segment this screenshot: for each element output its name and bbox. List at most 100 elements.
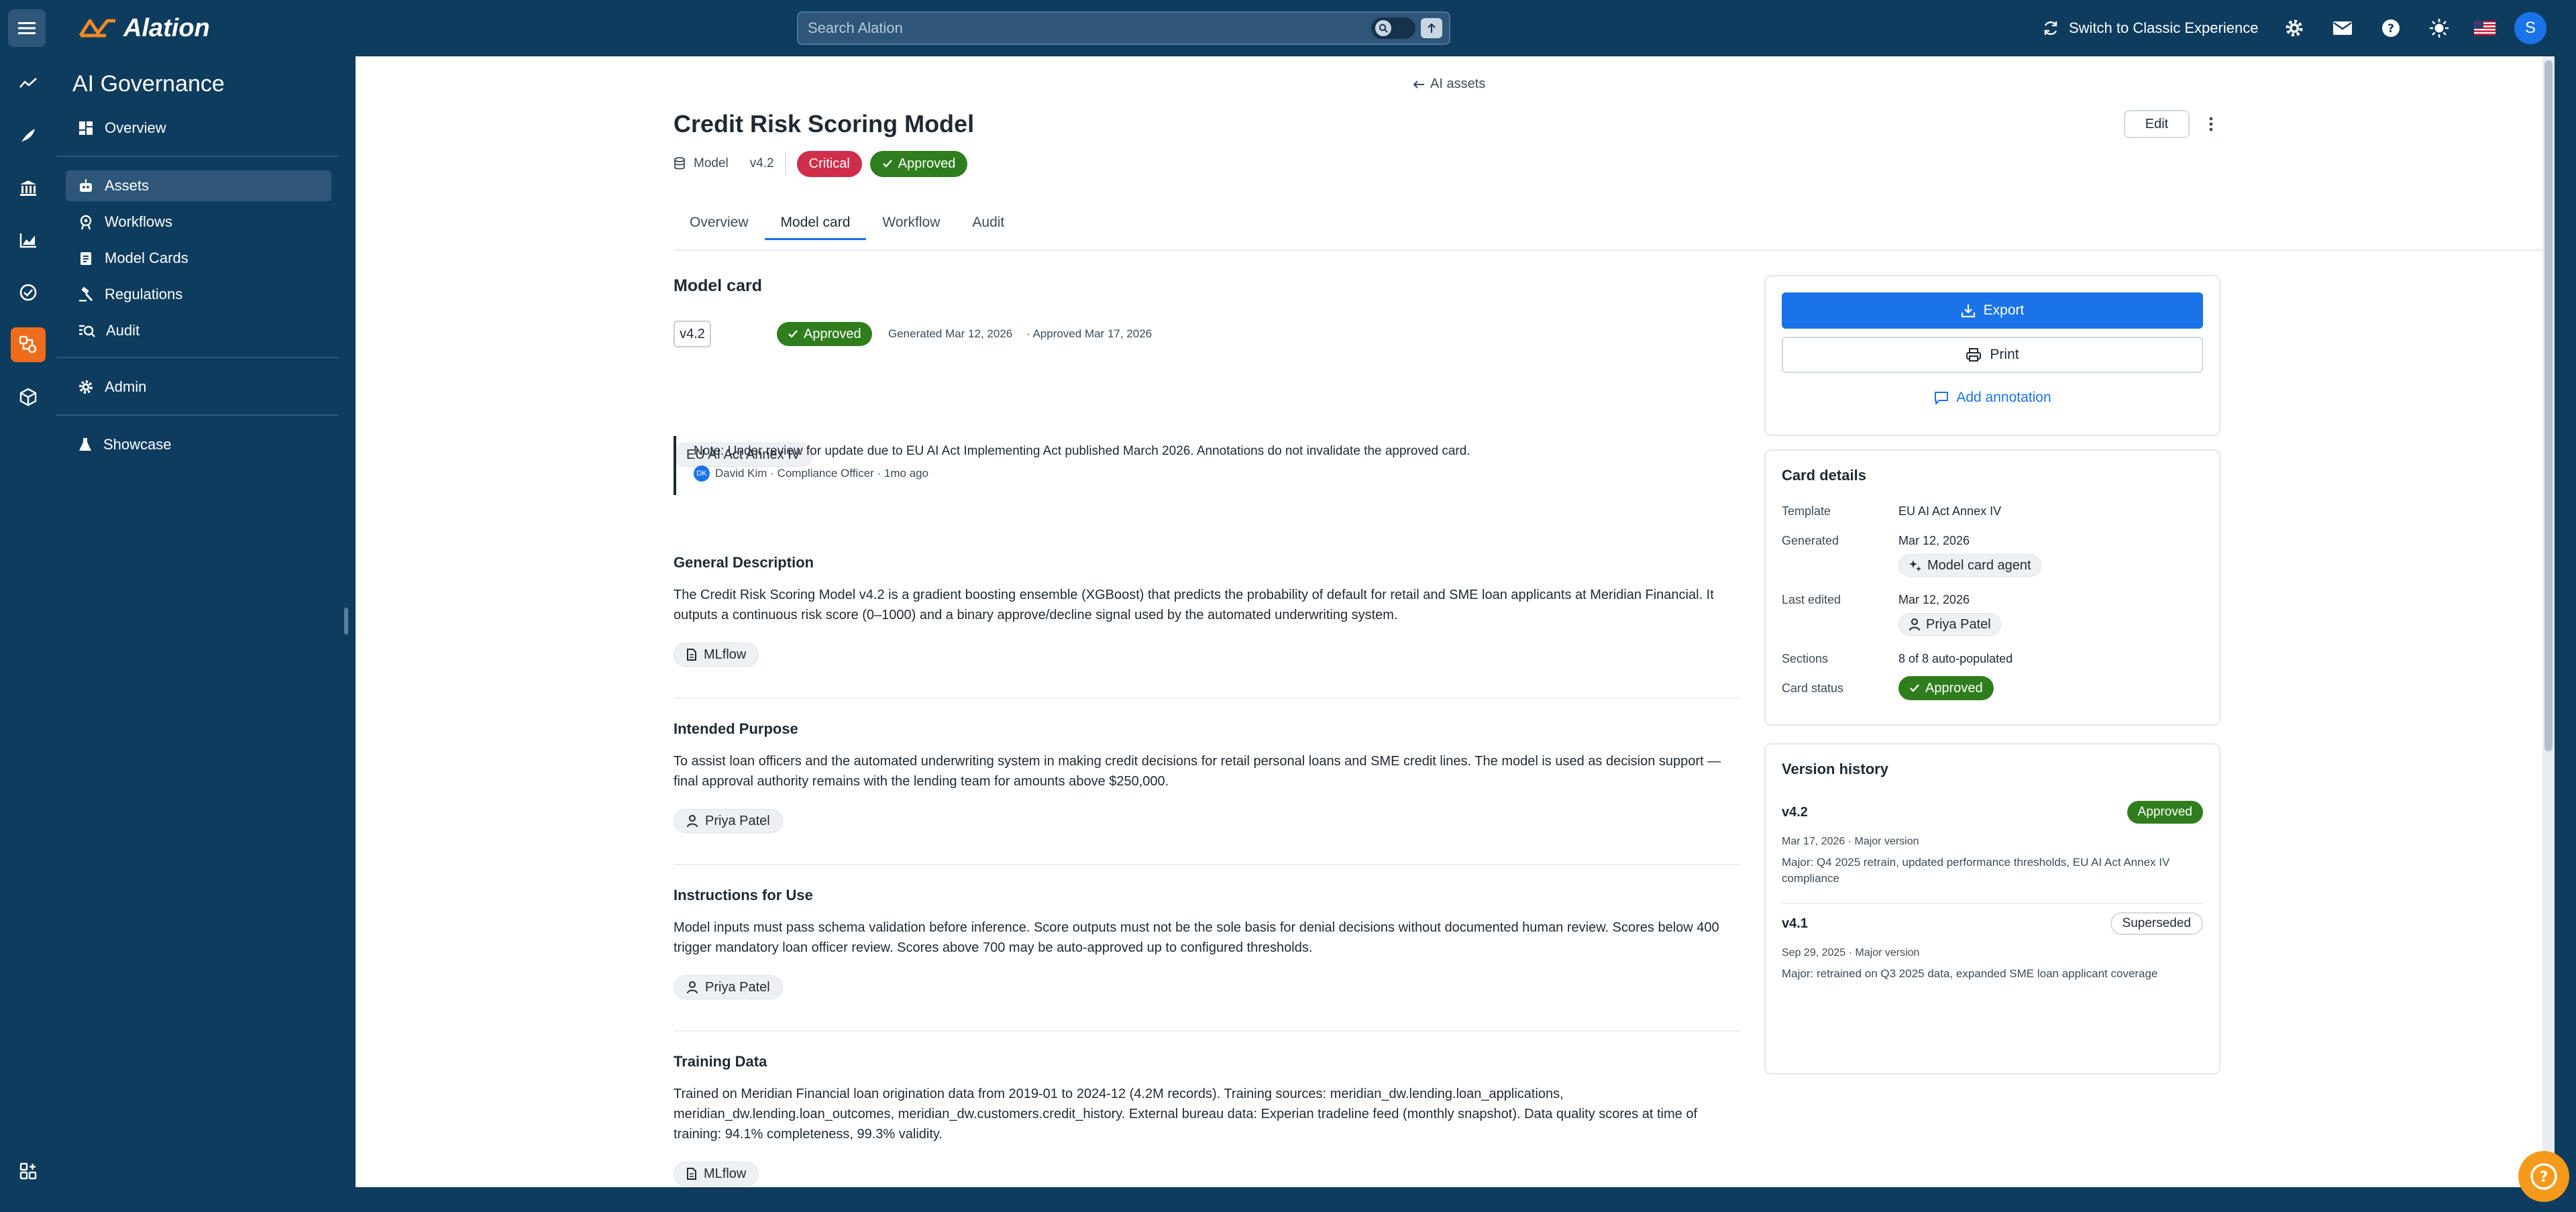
sidebar-item-workflows[interactable]: Workflows <box>66 207 331 237</box>
tab-overview[interactable]: Overview <box>674 209 765 240</box>
generated-value: Mar 12, 2026 <box>1898 534 1970 547</box>
language-button[interactable] <box>2471 15 2498 42</box>
document-icon <box>687 1168 696 1180</box>
version-number[interactable]: v4.2 <box>1782 805 1808 820</box>
print-button[interactable]: Print <box>1782 337 2203 373</box>
version-description: Major: Q4 2025 retrain, updated performa… <box>1782 856 2170 885</box>
download-icon <box>1961 305 1975 318</box>
ai-governance-icon <box>19 335 37 353</box>
status-label: Approved <box>898 156 956 171</box>
sidebar-item-assets[interactable]: Assets <box>66 170 331 201</box>
building-icon <box>20 180 36 196</box>
sidebar-item-regulations[interactable]: Regulations <box>66 279 331 310</box>
section-source-chip[interactable]: MLflow <box>674 643 759 667</box>
section-divider <box>674 1030 1740 1032</box>
rail-reports[interactable] <box>11 223 46 258</box>
tab-model-card[interactable]: Model card <box>764 209 867 240</box>
sidebar-item-showcase[interactable]: Showcase <box>66 429 331 460</box>
alation-logo[interactable]: Alation <box>79 12 210 44</box>
sidebar-item-label: Model Cards <box>105 250 189 266</box>
section-source-label: Priya Patel <box>705 813 770 828</box>
tab-audit[interactable]: Audit <box>956 209 1020 240</box>
last-edited-value: Mar 12, 2026 <box>1898 593 1970 606</box>
menu-toggle-button[interactable] <box>8 9 46 47</box>
gavel-icon <box>79 286 93 302</box>
us-flag-icon <box>2474 21 2496 36</box>
mail-icon <box>2333 21 2352 35</box>
page-scrollbar[interactable] <box>2542 56 2555 1187</box>
search-mode-toggle[interactable] <box>1371 17 1415 39</box>
sidebar-item-label: Admin <box>105 378 147 395</box>
apps-grid-icon <box>19 1162 37 1180</box>
actions-card: Export Print Add annotation <box>1764 275 2220 436</box>
more-actions-button[interactable] <box>2204 114 2218 134</box>
sparkle-icon <box>1909 560 1921 571</box>
arrow-left-icon <box>1413 80 1424 89</box>
person-icon <box>687 981 698 994</box>
tab-workflow[interactable]: Workflow <box>866 209 956 240</box>
user-avatar[interactable]: S <box>2514 12 2546 44</box>
version-selector[interactable]: v4.2 <box>674 321 711 347</box>
section-source-chip[interactable]: Priya Patel <box>674 809 783 833</box>
clipboard-icon <box>80 252 91 265</box>
inbox-button[interactable] <box>2329 15 2356 42</box>
comment-icon <box>1935 392 1949 404</box>
help-fab-button[interactable]: ? <box>2518 1151 2569 1202</box>
top-bar: Alation Search Alation Switch to Classic… <box>0 0 2576 56</box>
tab-divider <box>674 250 2542 251</box>
export-button[interactable]: Export <box>1782 292 2203 329</box>
sun-icon <box>2430 19 2449 38</box>
arrow-up-icon <box>1428 23 1436 33</box>
card-status-label: Card status <box>1782 681 1844 695</box>
settings-button[interactable] <box>2281 15 2308 42</box>
back-link[interactable]: AI assets <box>1413 76 1485 92</box>
version-history-panel: Version history v4.2 Approved Mar 17, 20… <box>1764 743 2220 1075</box>
sidebar-item-audit[interactable]: Audit <box>66 315 331 346</box>
search-input[interactable]: Search Alation <box>797 11 1450 45</box>
sidebar-resize-handle[interactable] <box>344 608 348 635</box>
switch-classic-link[interactable]: Switch to Classic Experience <box>2042 15 2258 42</box>
dashboard-icon <box>79 121 93 135</box>
switch-classic-label: Switch to Classic Experience <box>2069 19 2259 36</box>
search-submit-button[interactable] <box>1421 18 1442 38</box>
section-source-chip[interactable]: Priya Patel <box>674 975 783 999</box>
theme-toggle-button[interactable] <box>2426 15 2453 42</box>
model-card-heading: Model card <box>674 276 762 295</box>
rail-quality[interactable] <box>11 275 46 310</box>
sidebar-item-admin[interactable]: Admin <box>66 372 331 402</box>
scrollbar-thumb[interactable] <box>2544 60 2553 751</box>
edited-by-chip[interactable]: Priya Patel <box>1898 613 2001 636</box>
generated-by-chip[interactable]: Model card agent <box>1898 554 2041 577</box>
sidebar-item-overview[interactable]: Overview <box>66 113 331 144</box>
sidebar-item-model-cards[interactable]: Model Cards <box>66 243 331 274</box>
database-icon <box>674 157 685 170</box>
rail-catalog[interactable] <box>11 170 46 205</box>
version-number[interactable]: v4.1 <box>1782 916 1808 932</box>
gear-icon <box>79 380 93 394</box>
page-title: Credit Risk Scoring Model <box>674 110 975 137</box>
version-meta: Sep 29, 2025 · Major version <box>1782 947 1920 958</box>
help-button[interactable]: ? <box>2377 15 2404 42</box>
hamburger-icon <box>18 22 36 34</box>
cube-gear-icon <box>19 388 37 406</box>
section-title: Instructions for Use <box>674 887 813 903</box>
rail-apps[interactable] <box>11 1154 46 1189</box>
rail-compose[interactable] <box>11 118 46 153</box>
sidebar-item-label: Workflows <box>105 213 173 230</box>
rail-analytics[interactable] <box>11 66 46 101</box>
add-annotation-link[interactable]: Add annotation <box>1766 386 2219 409</box>
section-source-chip[interactable]: MLflow <box>674 1162 759 1186</box>
version-status-badge: Approved <box>2127 801 2203 824</box>
rail-packages[interactable] <box>11 380 46 415</box>
rail-ai-governance[interactable] <box>11 327 46 362</box>
person-icon <box>1909 618 1920 631</box>
sidebar-item-label: Regulations <box>105 286 183 302</box>
workflow-icon <box>80 215 92 230</box>
section-text: To assist loan officers and the automate… <box>674 754 1721 789</box>
section-text: Model inputs must pass schema validation… <box>674 920 1719 955</box>
section-title: General Description <box>674 554 814 571</box>
area-chart-icon <box>19 233 36 248</box>
print-label: Print <box>1990 347 2019 362</box>
edit-button[interactable]: Edit <box>2124 110 2190 138</box>
robot-icon <box>80 179 92 192</box>
